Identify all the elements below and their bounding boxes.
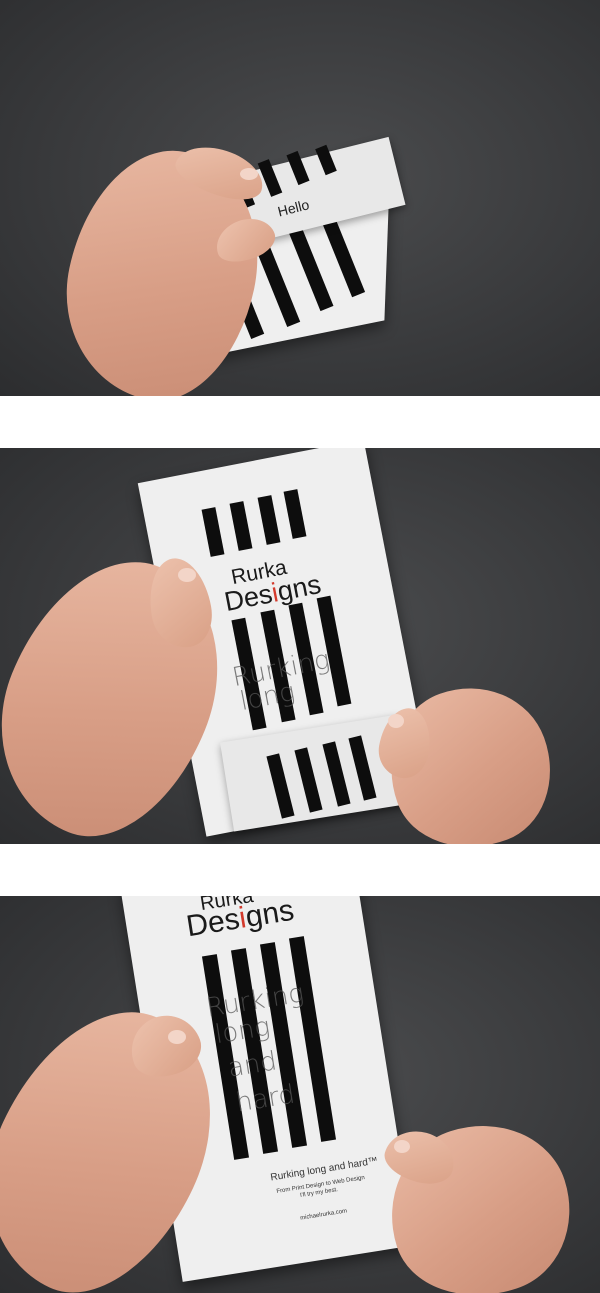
- thumb-nail: [240, 168, 258, 180]
- white-separator: [0, 844, 600, 896]
- photo-panel-2: Rurka Designs Rurking long: [0, 448, 600, 844]
- photo-panel-3: Rurka Designs Rurking long and hard Rurk…: [0, 896, 600, 1293]
- photo-panel-1: Hello: [0, 0, 600, 396]
- thumb-nail: [178, 568, 196, 582]
- thumb-nail: [394, 1140, 410, 1153]
- white-separator: [0, 396, 600, 448]
- thumb-nail: [388, 714, 404, 728]
- thumb-nail: [168, 1030, 186, 1044]
- right-hand: [368, 1102, 592, 1293]
